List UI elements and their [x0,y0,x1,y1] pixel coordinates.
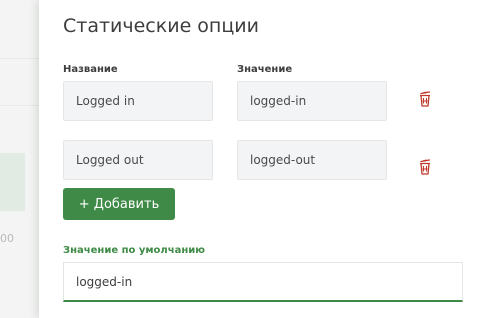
default-value-label: Значение по умолчанию [63,245,205,256]
background-chart-bar [0,153,25,211]
background-gridline [0,58,40,59]
default-value-input[interactable]: logged-in [63,262,463,302]
option-name-input[interactable]: Logged out [63,140,213,180]
value-column-label: Значение [237,64,293,75]
option-value-input[interactable]: logged-out [237,140,387,180]
background-axis-tick: 00 [0,232,14,245]
background-page: 00 [0,0,40,318]
trash-icon[interactable] [416,90,434,108]
background-gridline [0,105,40,106]
panel-title: Статические опции [63,15,259,37]
option-name-input[interactable]: Logged in [63,81,213,121]
add-option-button[interactable]: + Добавить [63,188,175,220]
trash-icon[interactable] [416,158,434,176]
name-column-label: Название [63,64,118,75]
static-options-panel: Статические опции Название Значение Logg… [39,0,493,318]
option-value-input[interactable]: logged-in [237,81,387,121]
